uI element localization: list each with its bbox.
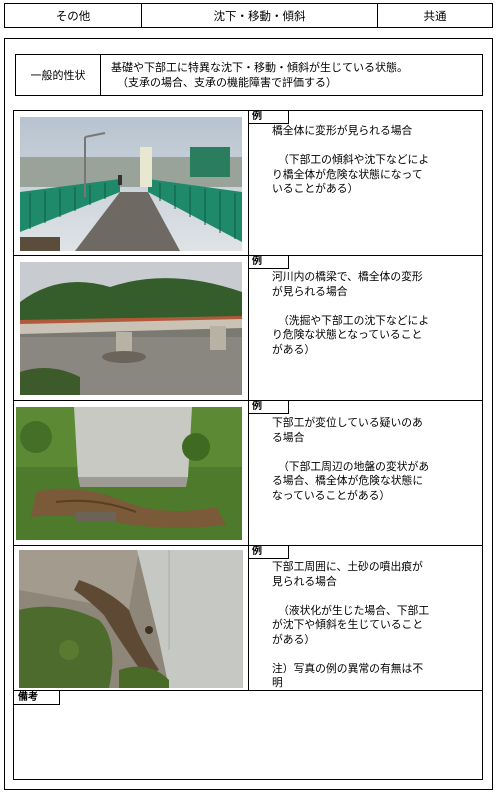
- header-title: 沈下・移動・傾斜: [141, 3, 378, 28]
- example-note-line: （液状化が生じた場合、下部工: [278, 603, 430, 617]
- example-note-line: いることがある）: [272, 182, 359, 195]
- row-divider: [14, 545, 482, 546]
- example-note-line: がある）: [272, 632, 316, 646]
- row-divider: [14, 255, 482, 256]
- example-line: 見られる場合: [272, 574, 337, 588]
- example-tag: 例: [249, 111, 289, 124]
- general-line-2: （支承の場合、支承の機能障害で評価する）: [117, 76, 337, 89]
- example-tag: 例: [249, 401, 289, 414]
- example-note-line: り橋全体が危険な状態になって: [272, 167, 423, 181]
- example-note-line: る場合、橋全体が危険な状態に: [272, 474, 424, 487]
- general-description-box: 一般的性状 基礎や下部工に特異な沈下・移動・傾斜が生じている状態。 （支承の場合…: [15, 54, 483, 96]
- example-1-text: 橋全体に変形が見られる場合 （下部工の傾斜や沈下などによ り橋全体が危険な状態に…: [272, 124, 487, 197]
- example-table: 例 橋全体に変形が見られる場合 （下部工の傾斜や沈下などによ り橋全体が危険な状…: [13, 110, 483, 780]
- general-label: 一般的性状: [16, 55, 101, 95]
- example-note-line: （下部工の傾斜や沈下などによ: [278, 153, 430, 166]
- example-note-line: がある）: [272, 342, 316, 356]
- example-line: 下部工周囲に、土砂の噴出痕が: [272, 560, 423, 573]
- example-note-line: が沈下や傾斜を生じていること: [272, 618, 424, 631]
- example-4-text: 下部工周囲に、土砂の噴出痕が 見られる場合 （液状化が生じた場合、下部工 が沈下…: [272, 560, 487, 691]
- row-divider: [14, 400, 482, 401]
- example-line: が見られる場合: [272, 284, 348, 298]
- photo-bridge-walkway: [20, 117, 242, 251]
- example-note-line: （洗掘や下部工の沈下などによ: [278, 313, 430, 327]
- header-category: その他: [4, 3, 142, 28]
- photo-sand-boil: [19, 550, 243, 688]
- example-line: 下部工が変位している疑いのあ: [272, 416, 423, 429]
- general-line-1: 基礎や下部工に特異な沈下・移動・傾斜が生じている状態。: [111, 61, 408, 74]
- example-3-text: 下部工が変位している疑いのあ る場合 （下部工周辺の地盤の変状があ る場合、橋全…: [272, 416, 487, 503]
- example-tag: 例: [249, 256, 289, 269]
- example-tag: 例: [249, 546, 289, 559]
- general-text: 基礎や下部工に特異な沈下・移動・傾斜が生じている状態。 （支承の場合、支承の機能…: [111, 60, 408, 90]
- remarks-label: 備考: [14, 691, 60, 705]
- example-note-line: り危険な状態となっていること: [272, 328, 423, 341]
- example-note-line: （下部工周辺の地盤の変状があ: [278, 459, 430, 473]
- header-scope: 共通: [377, 3, 493, 28]
- example-note-line: なっていることがある）: [272, 488, 391, 502]
- photo-river-bridge: [20, 262, 242, 395]
- photo-pier-ground: [16, 407, 242, 540]
- example-line: る場合: [272, 430, 305, 444]
- example-footnote-line: 注）写真の例の異常の有無は不: [272, 661, 424, 675]
- example-line: 橋全体に変形が見られる場合: [272, 124, 413, 137]
- example-line: 河川内の橋梁で、橋全体の変形: [272, 270, 423, 283]
- example-2-text: 河川内の橋梁で、橋全体の変形 が見られる場合 （洗掘や下部工の沈下などによ り危…: [272, 270, 487, 357]
- example-footnote-line: 明: [272, 676, 283, 689]
